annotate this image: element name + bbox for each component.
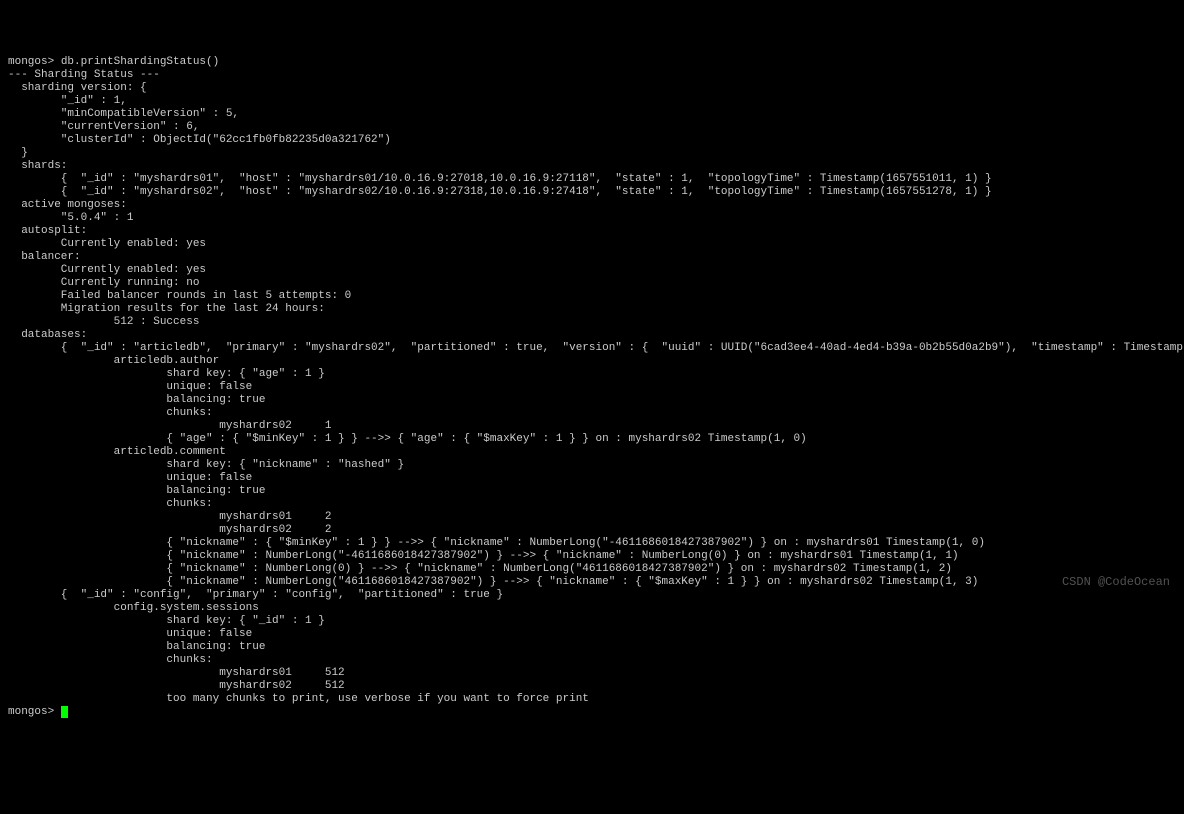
output-line: "clusterId" : ObjectId("62cc1fb0fb82235d… (8, 134, 391, 146)
output-line: config.system.sessions (8, 602, 259, 614)
command-text: db.printShardingStatus() (61, 56, 219, 68)
output-line: autosplit: (8, 225, 87, 237)
output-line: chunks: (8, 654, 213, 666)
output-line: Currently running: no (8, 277, 199, 289)
output-line: myshardrs02 2 (8, 524, 331, 536)
output-line: shards: (8, 160, 67, 172)
output-line: Currently enabled: yes (8, 264, 206, 276)
prompt: mongos> (8, 706, 61, 718)
output-line: myshardrs02 512 (8, 680, 345, 692)
output-line: { "_id" : "myshardrs01", "host" : "mysha… (8, 173, 992, 185)
output-line: { "_id" : "articledb", "primary" : "mysh… (8, 342, 1184, 354)
output-line: myshardrs01 512 (8, 667, 345, 679)
terminal-output: mongos> db.printShardingStatus() --- Sha… (8, 56, 1176, 719)
output-line: Currently enabled: yes (8, 238, 206, 250)
output-line: unique: false (8, 472, 252, 484)
output-line: balancing: true (8, 485, 265, 497)
output-line: { "_id" : "config", "primary" : "config"… (8, 589, 503, 601)
output-line: shard key: { "_id" : 1 } (8, 615, 325, 627)
output-line: { "age" : { "$minKey" : 1 } } -->> { "ag… (8, 433, 807, 445)
output-line: chunks: (8, 407, 213, 419)
output-line: } (8, 147, 28, 159)
output-line: balancer: (8, 251, 81, 263)
output-line: Failed balancer rounds in last 5 attempt… (8, 290, 351, 302)
output-line: "minCompatibleVersion" : 5, (8, 108, 239, 120)
output-line: 512 : Success (8, 316, 199, 328)
output-line: chunks: (8, 498, 213, 510)
output-line: shard key: { "age" : 1 } (8, 368, 325, 380)
output-line: { "nickname" : { "$minKey" : 1 } } -->> … (8, 537, 985, 549)
output-line: sharding version: { (8, 82, 147, 94)
output-line: myshardrs02 1 (8, 420, 331, 432)
prompt: mongos> (8, 56, 61, 68)
output-line: unique: false (8, 628, 252, 640)
output-line: "_id" : 1, (8, 95, 127, 107)
output-line: unique: false (8, 381, 252, 393)
output-line: { "nickname" : NumberLong(0) } -->> { "n… (8, 563, 952, 575)
output-line: { "nickname" : NumberLong("4611686018427… (8, 576, 978, 588)
output-line: "5.0.4" : 1 (8, 212, 133, 224)
output-line: { "nickname" : NumberLong("-461168601842… (8, 550, 959, 562)
output-line: { "_id" : "myshardrs02", "host" : "mysha… (8, 186, 992, 198)
output-line: balancing: true (8, 394, 265, 406)
cursor-icon[interactable] (61, 706, 68, 718)
output-line: --- Sharding Status --- (8, 69, 160, 81)
output-line: balancing: true (8, 641, 265, 653)
output-line: databases: (8, 329, 87, 341)
output-line: active mongoses: (8, 199, 127, 211)
output-line: shard key: { "nickname" : "hashed" } (8, 459, 404, 471)
output-line: Migration results for the last 24 hours: (8, 303, 325, 315)
output-line: articledb.comment (8, 446, 226, 458)
watermark-text: CSDN @CodeOcean (1062, 576, 1170, 589)
output-line: "currentVersion" : 6, (8, 121, 199, 133)
output-line: articledb.author (8, 355, 219, 367)
output-line: myshardrs01 2 (8, 511, 331, 523)
output-line: too many chunks to print, use verbose if… (8, 693, 589, 705)
